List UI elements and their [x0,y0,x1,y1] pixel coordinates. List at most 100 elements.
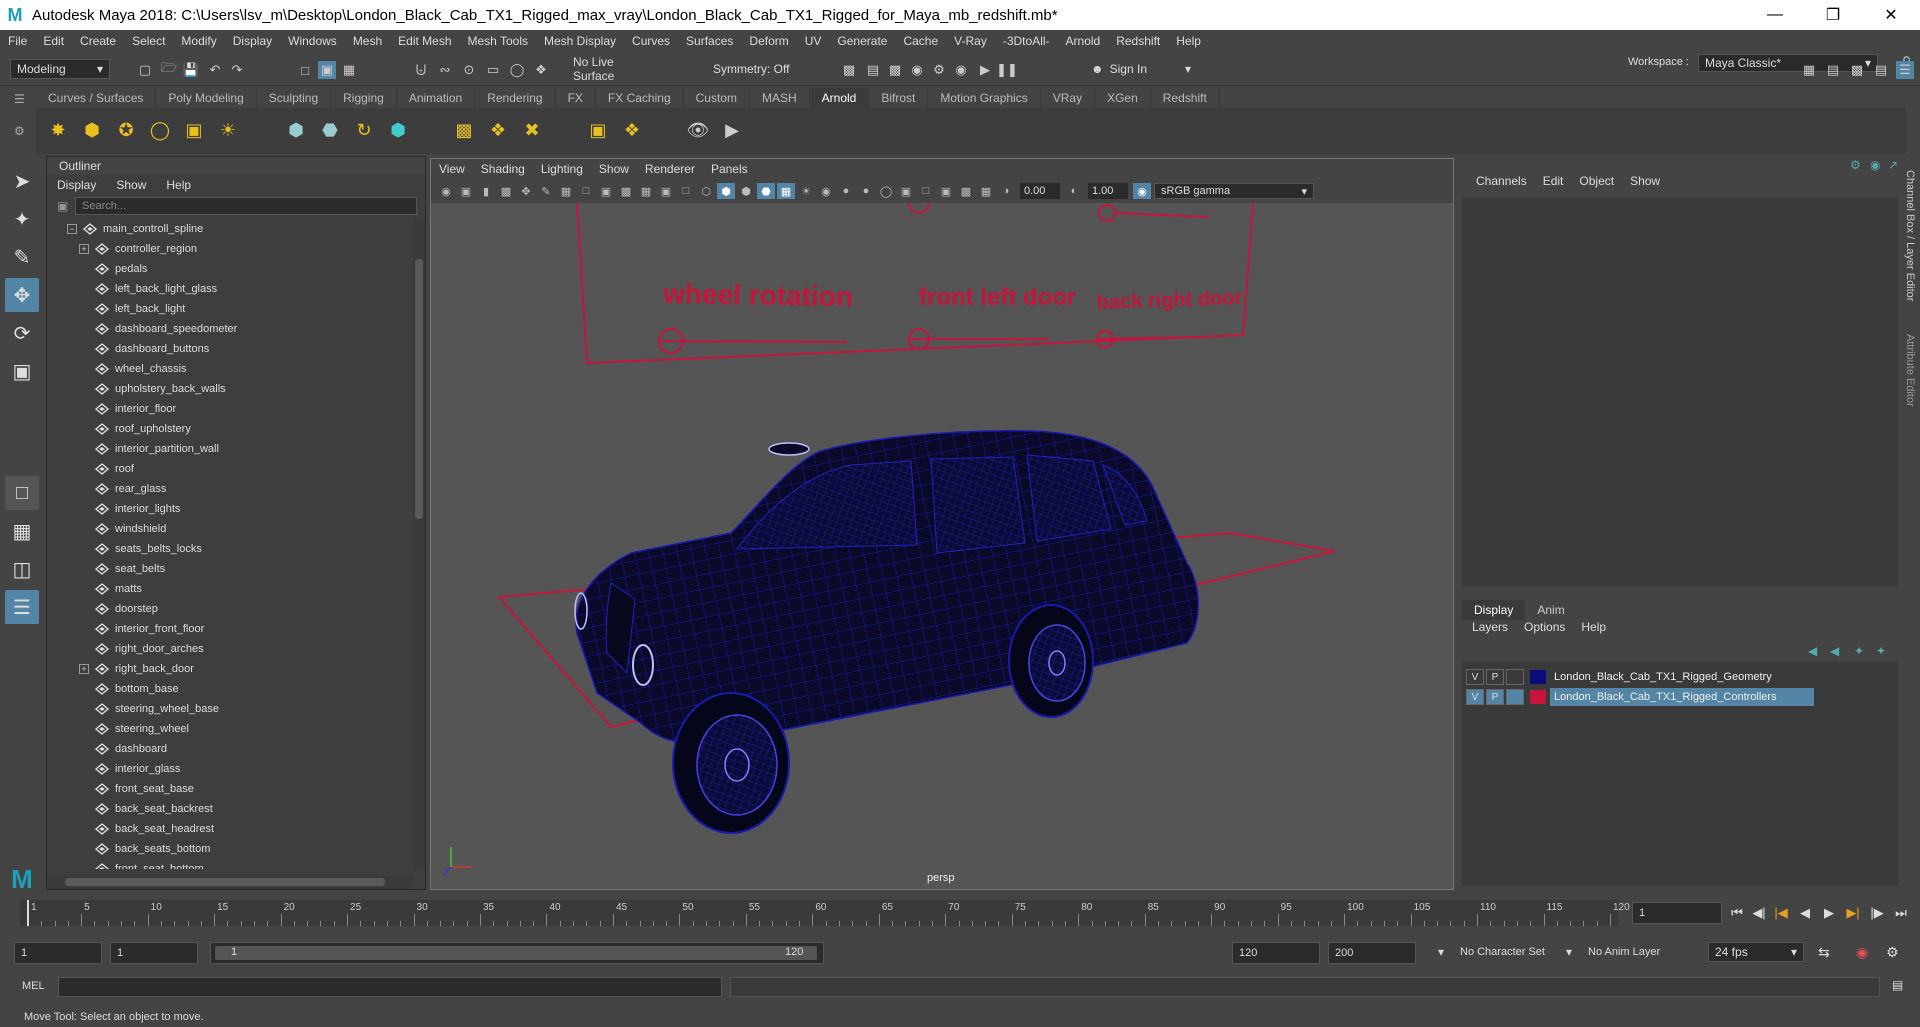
outliner-item[interactable]: doorstep [47,599,413,619]
wireframe-on-shaded-icon[interactable]: ⬣ [757,183,775,199]
layer-menu-help[interactable]: Help [1573,620,1614,634]
mesh-light-icon[interactable]: ⬢ [78,116,106,144]
step-forward-frame-icon[interactable]: ▶| [1844,904,1862,922]
xray-icon[interactable]: ▣ [937,183,955,199]
cb-menu-edit[interactable]: Edit [1535,174,1572,188]
color-management-icon[interactable]: ◉ [1133,183,1151,199]
physical-sky-icon[interactable]: ☀ [214,116,242,144]
shelf-tab-sculpting[interactable]: Sculpting [257,88,332,108]
channel-settings-icon[interactable]: ◉ [1870,158,1880,172]
shelf-tab-animation[interactable]: Animation [397,88,476,108]
go-to-start-icon[interactable]: ⏮ [1728,904,1746,922]
undo-icon[interactable]: ↶ [206,61,224,79]
layer-editor-icon[interactable]: ☰ [1896,61,1914,79]
cb-menu-show[interactable]: Show [1622,174,1668,188]
outliner-item[interactable]: − main_controll_spline [47,219,413,239]
tx-manager-icon[interactable]: ▣ [584,116,612,144]
new-scene-icon[interactable]: ▢ [136,61,154,79]
expand-toggle-icon[interactable]: + [79,244,89,254]
layer-visibility-toggle[interactable]: V [1466,689,1484,705]
menu-curves[interactable]: Curves [624,34,678,48]
mode-dropdown[interactable]: Modeling ▾ [10,59,110,79]
scroll-thumb[interactable] [65,878,385,886]
vp-menu-show[interactable]: Show [591,162,637,176]
shelf-tab-poly-modeling[interactable]: Poly Modeling [156,88,257,108]
menu-cache[interactable]: Cache [895,34,946,48]
tab-anim[interactable]: Anim [1525,600,1576,620]
snap-point-icon[interactable]: ⊙ [460,61,478,79]
animation-end-field[interactable]: 200 [1328,942,1416,964]
outliner-horizontal-scrollbar[interactable] [47,875,413,889]
timeline[interactable]: 1 5 10 15 20 25 30 35 40 45 50 55 60 65 70 75 80 85 90 95 10… [20,900,1630,926]
outliner-item[interactable]: interior_floor [47,399,413,419]
select-hierarchy-icon[interactable]: □ [296,61,314,79]
cb-menu-object[interactable]: Object [1571,174,1622,188]
move-layer-down-icon[interactable]: ◀ [1830,644,1839,658]
depth-of-field-icon[interactable]: ▣ [897,183,915,199]
textured-icon[interactable]: ▦ [777,183,795,199]
preview-render-icon[interactable]: 👁 [684,116,712,144]
new-empty-layer-icon[interactable]: ✦ [1854,644,1864,658]
film-gate-icon[interactable]: □ [577,183,595,199]
image-plane-icon[interactable]: ▩ [497,183,515,199]
standin-icon[interactable]: ⬢ [282,116,310,144]
auto-key-icon[interactable]: ◉ [1856,944,1868,961]
outliner-item[interactable]: + controller_region [47,239,413,259]
field-chart-icon[interactable]: ▦ [637,183,655,199]
script-editor-icon[interactable]: ▤ [1892,978,1903,992]
outliner-item[interactable]: front_seat_base [47,779,413,799]
default-material-icon[interactable]: ⬢ [737,183,755,199]
flush-cache-icon[interactable]: ✖ [518,116,546,144]
outliner-menu-display[interactable]: Display [47,178,106,192]
fps-dropdown[interactable]: 24 fps ▾ [1708,942,1804,962]
tab-display[interactable]: Display [1462,600,1526,620]
menu-uv[interactable]: UV [797,34,830,48]
viewport-canvas[interactable]: wheel rotation front left door back righ… [431,203,1453,889]
layer-menu-layers[interactable]: Layers [1464,620,1516,634]
side-tab-channel-box[interactable]: Channel Box / Layer Editor [1904,170,1916,301]
menu-windows[interactable]: Windows [280,34,345,48]
redo-icon[interactable]: ↷ [228,61,246,79]
screen-space-ao-icon[interactable]: ● [837,183,855,199]
wireframe-icon[interactable]: ⬡ [697,183,715,199]
shelf-tab-bifrost[interactable]: Bifrost [869,88,929,108]
menu-3dtoall[interactable]: -3DtoAll- [995,34,1058,48]
arnold-render-icon[interactable]: ▶ [976,61,994,79]
lasso-tool-icon[interactable]: ✦ [5,202,39,236]
animation-prefs-icon[interactable]: ⚙ [1886,944,1899,961]
shelf-tab-fx-caching[interactable]: FX Caching [596,88,684,108]
menu-edit-mesh[interactable]: Edit Mesh [390,34,459,48]
menu-redshift[interactable]: Redshift [1108,34,1168,48]
color-space-dropdown[interactable]: sRGB gamma ▾ [1154,183,1314,199]
pick-icon[interactable]: ⚙ [1850,158,1861,172]
make-live-icon[interactable]: ❖ [532,61,550,79]
cb-menu-channels[interactable]: Channels [1468,174,1535,188]
single-perspective-layout-icon[interactable]: □ [5,476,39,510]
shelf-tab-rendering[interactable]: Rendering [475,88,556,108]
menu-mesh[interactable]: Mesh [345,34,390,48]
layer-display-type-toggle[interactable] [1506,689,1524,705]
expand-toggle-icon[interactable]: + [79,664,89,674]
outliner-item[interactable]: + right_back_door [47,659,413,679]
ipr-render-icon[interactable]: ◉ [908,61,926,79]
outliner-item[interactable]: bottom_base [47,679,413,699]
layer-color-swatch[interactable] [1530,690,1546,704]
menu-file[interactable]: File [0,34,35,48]
menu-select[interactable]: Select [124,34,173,48]
menu-edit[interactable]: Edit [35,34,72,48]
rotate-tool-icon[interactable]: ⟳ [5,316,39,350]
symmetry-dropdown[interactable]: Symmetry: Off [706,59,816,79]
live-surface-field[interactable]: No Live Surface [566,55,662,83]
outliner-item[interactable]: seat_belts [47,559,413,579]
expand-icon[interactable]: ↗ [1888,158,1898,172]
multisample-aa-icon[interactable]: ◯ [877,183,895,199]
layer-row-geometry[interactable]: V P London_Black_Cab_TX1_Rigged_Geometry [1466,668,1772,686]
new-layer-selected-icon[interactable]: ✦ [1876,644,1886,658]
menu-generate[interactable]: Generate [829,34,895,48]
2d-pan-icon[interactable]: ✥ [517,183,535,199]
side-tab-attribute-editor[interactable]: Attribute Editor [1904,334,1916,407]
menu-help[interactable]: Help [1168,34,1209,48]
menu-deform[interactable]: Deform [741,34,796,48]
license-manager-icon[interactable]: ❖ [618,116,646,144]
save-scene-icon[interactable]: 💾 [182,61,200,79]
